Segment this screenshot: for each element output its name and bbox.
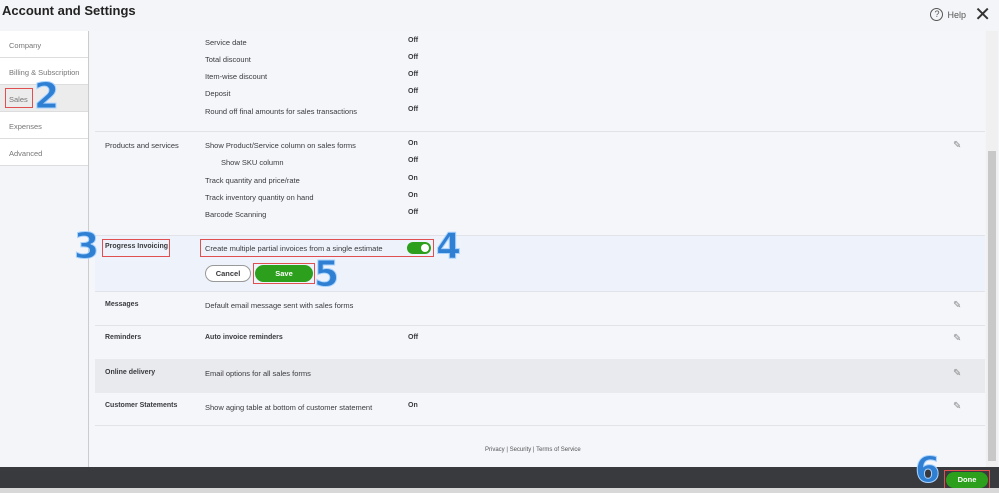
security-link[interactable]: Security: [510, 447, 532, 453]
setting-label: Item-wise discount: [205, 72, 268, 81]
section-label: Messages: [105, 301, 139, 308]
setting-value: Off: [408, 37, 419, 44]
help-icon: ?: [930, 8, 944, 21]
setting-label: Auto invoice reminders: [205, 334, 283, 341]
setting-label: Round off final amounts for sales transa…: [205, 107, 358, 116]
setting-value: On: [408, 402, 418, 409]
setting-label: Service date: [205, 38, 247, 47]
setting-label: Total discount: [205, 55, 251, 64]
setting-label: Barcode Scanning: [205, 210, 267, 219]
setting-label: Deposit: [205, 89, 231, 98]
section-label: Products and services: [105, 141, 179, 150]
setting-value: On: [408, 140, 418, 147]
section-label: Reminders: [105, 334, 142, 341]
setting-label: Show SKU column: [221, 158, 284, 167]
setting-value: Off: [408, 54, 419, 61]
scrollbar[interactable]: [986, 31, 998, 467]
bottom-bar: [0, 467, 999, 488]
terms-link[interactable]: Terms of Service: [536, 447, 581, 453]
setting-label: Track inventory quantity on hand: [205, 193, 314, 202]
sidebar-item-advanced[interactable]: Advanced: [0, 139, 88, 166]
privacy-link[interactable]: Privacy: [485, 447, 505, 453]
annotation-4: 4: [435, 226, 462, 268]
section-label: Online delivery: [105, 369, 156, 376]
footer-links: Privacy | Security | Terms of Service: [485, 447, 581, 453]
edit-pencil-icon[interactable]: ✎: [953, 368, 961, 379]
setting-value: Off: [408, 106, 419, 113]
annotation-5: 5: [313, 254, 340, 296]
sidebar-item-company[interactable]: Company: [0, 31, 88, 58]
setting-value: On: [408, 192, 418, 199]
setting-label: Email options for all sales forms: [205, 369, 311, 378]
setting-label: Default email message sent with sales fo…: [205, 301, 354, 310]
section-label: Customer Statements: [105, 402, 178, 409]
setting-value: Off: [408, 209, 419, 216]
setting-label: Track quantity and price/rate: [205, 176, 300, 185]
setting-label: Show Product/Service column on sales for…: [205, 141, 356, 150]
setting-value: On: [408, 175, 418, 182]
setting-value: Off: [408, 88, 419, 95]
divider: [95, 131, 985, 132]
annotation-3: 3: [73, 226, 100, 268]
annotation-6: 6: [914, 450, 941, 492]
close-icon[interactable]: ✕: [974, 2, 991, 27]
edit-pencil-icon[interactable]: ✎: [953, 300, 961, 311]
divider: [95, 425, 985, 426]
setting-label: Show aging table at bottom of customer s…: [205, 403, 373, 412]
taskbar: [0, 488, 999, 493]
setting-value: Off: [408, 334, 419, 341]
page-title: Account and Settings: [2, 3, 136, 18]
setting-value: Off: [408, 71, 419, 78]
annotation-2: 2: [33, 76, 60, 118]
edit-pencil-icon[interactable]: ✎: [953, 333, 961, 344]
edit-pencil-icon[interactable]: ✎: [953, 140, 961, 151]
highlight-box: [253, 263, 315, 284]
edit-pencil-icon[interactable]: ✎: [953, 401, 961, 412]
settings-content: Service date Off Total discount Off Item…: [90, 31, 985, 467]
scrollbar-thumb[interactable]: [988, 151, 996, 461]
help-button[interactable]: ? Help: [930, 8, 966, 21]
setting-value: Off: [408, 157, 419, 164]
highlight-box: [5, 88, 33, 108]
divider: [95, 325, 985, 326]
cancel-button[interactable]: Cancel: [205, 265, 251, 282]
highlight-box: [102, 239, 170, 257]
help-label: Help: [947, 9, 966, 20]
